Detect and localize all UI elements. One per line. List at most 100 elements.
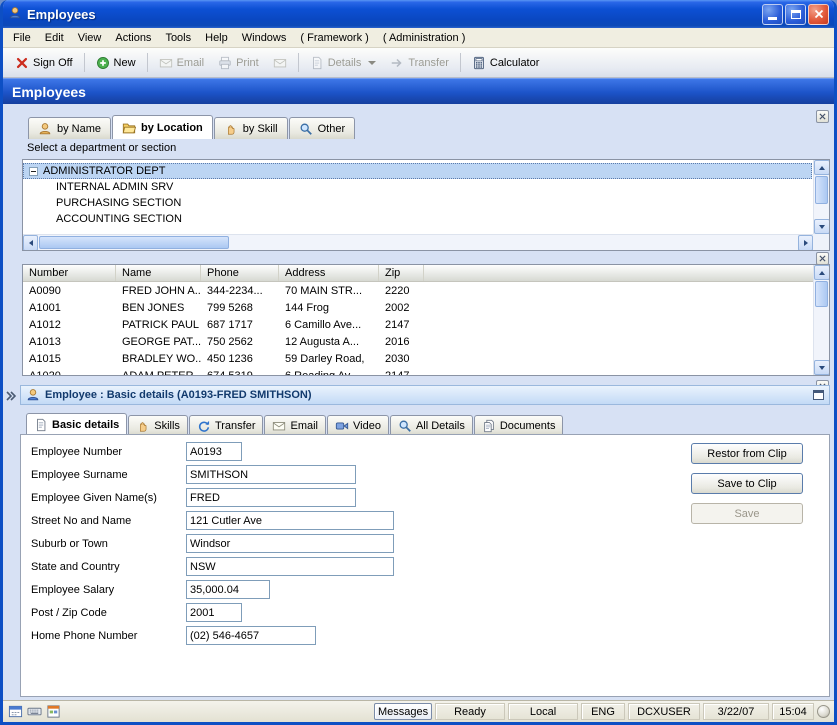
save-to-clip-button[interactable]: Save to Clip: [691, 473, 803, 494]
tree-item-accounting-section[interactable]: ACCOUNTING SECTION: [23, 211, 812, 227]
close-button[interactable]: [808, 4, 829, 25]
status-language: ENG: [581, 703, 625, 720]
table-row[interactable]: A0090 FRED JOHN A... 344-2234... 70 MAIN…: [23, 282, 829, 299]
cells-icon[interactable]: [45, 704, 61, 720]
suburb-field[interactable]: [186, 534, 394, 553]
state-country-field[interactable]: [186, 557, 394, 576]
table-row[interactable]: A1015 BRADLEY WO... 450 1236 59 Darley R…: [23, 350, 829, 367]
sign-off-icon: [15, 56, 29, 70]
menu-tools[interactable]: Tools: [158, 29, 198, 47]
salary-field[interactable]: [186, 580, 270, 599]
table-row[interactable]: A1020 ADAM PETER 674 5319 6 Reading Av..…: [23, 367, 829, 376]
save-button[interactable]: Save: [691, 503, 803, 524]
tab-video[interactable]: Video: [327, 415, 389, 435]
person-icon: [26, 388, 40, 402]
scroll-left-button[interactable]: [23, 235, 38, 251]
tree-item-purchasing-section[interactable]: PURCHASING SECTION: [23, 195, 812, 211]
scroll-thumb[interactable]: [39, 236, 229, 249]
minimize-button[interactable]: [762, 4, 783, 25]
menu-view[interactable]: View: [71, 29, 109, 47]
maximize-button[interactable]: [785, 4, 806, 25]
mail-icon-button[interactable]: [266, 53, 294, 73]
toolbar-separator: [460, 53, 461, 72]
tree-item-administrator-dept[interactable]: ADMINISTRATOR DEPT: [23, 163, 812, 179]
menu-help[interactable]: Help: [198, 29, 235, 47]
statusbar: Messages Ready Local ENG DCXUSER 3/22/07…: [3, 700, 834, 722]
toolbar-separator: [147, 53, 148, 72]
maximize-panel-icon[interactable]: [813, 390, 824, 400]
surname-field[interactable]: [186, 465, 356, 484]
print-button[interactable]: Print: [211, 53, 266, 73]
tab-skills[interactable]: Skills: [128, 415, 188, 435]
list-vertical-scrollbar[interactable]: [813, 265, 829, 375]
table-row[interactable]: A1013 GEORGE PAT... 750 2562 12 Augusta …: [23, 333, 829, 350]
column-header-phone[interactable]: Phone: [201, 265, 279, 281]
close-search-panel-button[interactable]: [816, 110, 829, 123]
menu-actions[interactable]: Actions: [108, 29, 158, 47]
home-phone-field[interactable]: [186, 626, 316, 645]
video-icon: [335, 419, 349, 433]
employee-number-field[interactable]: [186, 442, 242, 461]
person-icon: [38, 122, 52, 136]
tree-item-internal-admin-srv[interactable]: INTERNAL ADMIN SRV: [23, 179, 812, 195]
app-icon[interactable]: [8, 6, 22, 23]
column-header-address[interactable]: Address: [279, 265, 379, 281]
details-button[interactable]: Details: [303, 53, 384, 73]
transfer-icon: [390, 56, 404, 70]
column-header-zip[interactable]: Zip: [379, 265, 424, 281]
expand-chevron-icon[interactable]: [5, 388, 19, 404]
scroll-right-button[interactable]: [798, 235, 813, 251]
table-row[interactable]: A1012 PATRICK PAUL 687 1717 6 Camillo Av…: [23, 316, 829, 333]
post-zip-field[interactable]: [186, 603, 242, 622]
column-header-name[interactable]: Name: [116, 265, 201, 281]
street-field[interactable]: [186, 511, 394, 530]
email-button[interactable]: Email: [152, 53, 212, 73]
scroll-down-button[interactable]: [814, 360, 830, 375]
menu-edit[interactable]: Edit: [38, 29, 71, 47]
tab-basic-details[interactable]: Basic details: [26, 413, 127, 435]
tab-by-skill[interactable]: by Skill: [214, 117, 288, 139]
tree-vertical-scrollbar[interactable]: [813, 160, 829, 234]
toolbar-separator: [298, 53, 299, 72]
sign-off-button[interactable]: Sign Off: [8, 53, 80, 73]
scroll-up-button[interactable]: [814, 265, 830, 280]
menu-framework[interactable]: ( Framework ): [293, 29, 375, 47]
tab-transfer[interactable]: Transfer: [189, 415, 264, 435]
scroll-thumb[interactable]: [815, 281, 828, 307]
column-header-number[interactable]: Number: [23, 265, 116, 281]
grid-header: Number Name Phone Address Zip: [23, 265, 829, 282]
scroll-up-button[interactable]: [814, 160, 830, 175]
collapse-expander-icon[interactable]: [29, 167, 38, 176]
given-name-field[interactable]: [186, 488, 356, 507]
new-button[interactable]: New: [89, 53, 143, 73]
tab-by-name[interactable]: by Name: [28, 117, 111, 139]
new-icon: [96, 56, 110, 70]
table-row[interactable]: A1001 BEN JONES 799 5268 144 Frog 2002: [23, 299, 829, 316]
tab-all-details[interactable]: All Details: [390, 415, 473, 435]
tree-horizontal-scrollbar[interactable]: [23, 234, 813, 250]
tab-by-location[interactable]: by Location: [112, 115, 213, 139]
details-title: Employee : Basic details (A0193-FRED SMI…: [45, 389, 808, 401]
clip-buttons: Restor from Clip Save to Clip Save: [691, 443, 803, 524]
scroll-thumb[interactable]: [815, 176, 828, 204]
tab-documents[interactable]: Documents: [474, 415, 564, 435]
messages-button[interactable]: Messages: [374, 703, 432, 720]
hand-icon: [136, 419, 150, 433]
titlebar: Employees: [3, 0, 834, 28]
tab-email[interactable]: Email: [264, 415, 326, 435]
field-label: Post / Zip Code: [31, 607, 186, 619]
refresh-icon: [197, 419, 211, 433]
keyboard-icon[interactable]: [26, 704, 42, 720]
search-icon: [398, 419, 412, 433]
app-window: Employees File Edit View Actions Tools H…: [0, 0, 837, 725]
restore-from-clip-button[interactable]: Restor from Clip: [691, 443, 803, 464]
scroll-down-button[interactable]: [814, 219, 830, 234]
calculator-button[interactable]: Calculator: [465, 53, 547, 73]
menu-windows[interactable]: Windows: [235, 29, 294, 47]
tab-other[interactable]: Other: [289, 117, 356, 139]
menu-administration[interactable]: ( Administration ): [376, 29, 473, 47]
menu-file[interactable]: File: [6, 29, 38, 47]
transfer-button[interactable]: Transfer: [383, 53, 456, 73]
panel-icon[interactable]: [7, 704, 23, 720]
close-icon: [819, 255, 826, 262]
